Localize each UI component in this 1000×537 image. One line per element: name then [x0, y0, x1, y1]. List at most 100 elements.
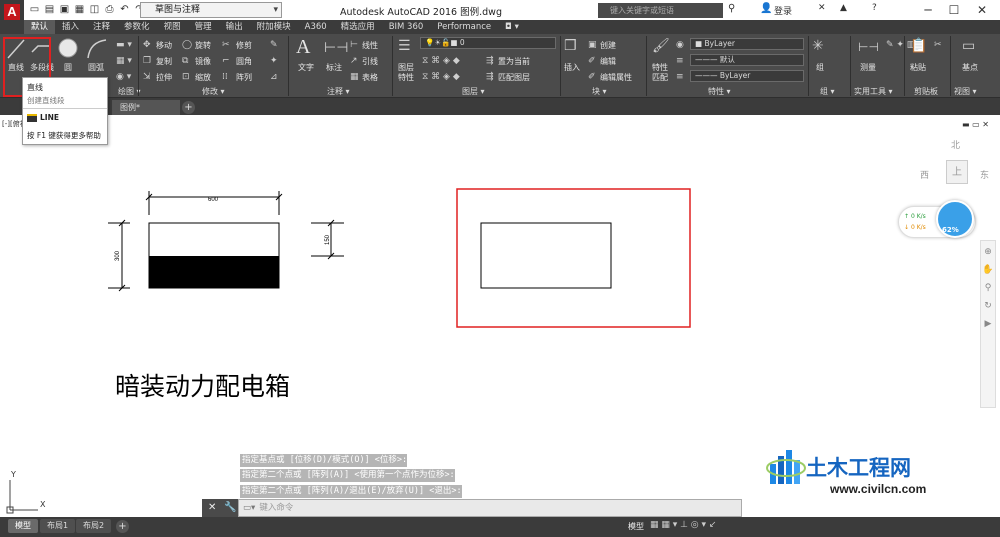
annotation-panel-label[interactable]: 注释 ▾ — [327, 86, 350, 97]
modify-panel-label[interactable]: 修改 ▾ — [202, 86, 225, 97]
edit-block-button[interactable]: 编辑 — [600, 56, 616, 67]
close-icon[interactable]: ✕ — [208, 502, 216, 513]
group-button[interactable]: 组 — [816, 62, 824, 73]
open-icon[interactable]: ▤ — [43, 3, 56, 16]
base-view-button[interactable]: 基点 — [962, 62, 978, 73]
measure-button[interactable]: 测量 — [860, 62, 876, 73]
model-space-button[interactable]: 模型 — [628, 521, 644, 532]
lineweight-dropdown[interactable]: ——— ByLayer — [690, 70, 804, 82]
array-button[interactable]: 阵列 — [236, 72, 252, 83]
viewcube-north[interactable]: 北 — [951, 138, 960, 151]
close-button[interactable]: ✕ — [972, 2, 992, 18]
tab-annotate[interactable]: 注释 — [86, 20, 117, 34]
tab-bim360[interactable]: BIM 360 — [382, 20, 431, 34]
view-panel-label[interactable]: 视图 ▾ — [954, 86, 977, 97]
hatch-icon[interactable]: ▦ ▾ — [116, 56, 132, 66]
wrench-icon[interactable]: 🔧 — [224, 502, 236, 513]
properties-panel-label[interactable]: 特性 ▾ — [708, 86, 731, 97]
new-icon[interactable]: ▭ — [28, 3, 41, 16]
layers-panel-label[interactable]: 图层 ▾ — [462, 86, 485, 97]
scale-button[interactable]: 缩放 — [195, 72, 211, 83]
tab-view[interactable]: 视图 — [157, 20, 188, 34]
text-button[interactable]: 文字 — [298, 62, 314, 73]
explode-icon[interactable]: ✦ — [270, 56, 278, 66]
cut-icon[interactable]: ✂ — [934, 40, 942, 50]
undo-icon[interactable]: ↶ — [118, 3, 131, 16]
layout-tab-layout2[interactable]: 布局2 — [76, 519, 112, 533]
workspace-dropdown[interactable]: 草图与注释 ▾ — [140, 2, 282, 18]
table-button[interactable]: 表格 — [362, 72, 378, 83]
pan-icon[interactable]: ✋ — [981, 265, 995, 275]
command-input[interactable]: ▭▾ 键入命令 — [238, 499, 742, 517]
leader-dropdown[interactable]: 引线 — [362, 56, 378, 67]
tab-addins[interactable]: 附加模块 — [250, 20, 298, 34]
make-current-button[interactable]: 置为当前 — [498, 56, 530, 67]
region-icon[interactable]: ◉ ▾ — [116, 72, 131, 82]
tab-performance[interactable]: Performance — [430, 20, 498, 34]
save-icon[interactable]: ▣ — [58, 3, 71, 16]
plot-icon[interactable]: ⎙ — [103, 3, 116, 16]
copied-rectangle[interactable] — [480, 222, 612, 289]
application-menu-button[interactable]: A — [0, 0, 24, 36]
layer-dropdown[interactable]: 💡☀🔓■ 0 — [420, 37, 556, 49]
layout-tab-layout1[interactable]: 布局1 — [40, 519, 76, 533]
navigation-bar[interactable]: ⊕ ✋ ⚲ ↻ ▶ — [980, 240, 996, 408]
block-panel-label[interactable]: 块 ▾ — [592, 86, 607, 97]
speed-ball-icon[interactable]: 62% — [936, 200, 974, 238]
layout-tab-model[interactable]: 模型 — [8, 519, 38, 533]
new-tab-button[interactable]: + — [182, 101, 195, 114]
stretch-button[interactable]: 拉伸 — [156, 72, 172, 83]
insert-button[interactable]: 插入 — [564, 62, 580, 73]
status-toggles[interactable]: ▦ ▦ ▾ ⊥ ◎ ▾ ↙ — [650, 520, 716, 530]
tab-output[interactable]: 输出 — [219, 20, 250, 34]
rotate-button[interactable]: 旋转 — [195, 40, 211, 51]
viewcube-east[interactable]: 东 — [980, 168, 989, 181]
tab-manage[interactable]: 管理 — [188, 20, 219, 34]
orbit-icon[interactable]: ↻ — [981, 301, 995, 311]
drawing-caption[interactable]: 暗装动力配电箱 — [115, 367, 290, 403]
dimension-button[interactable]: 标注 — [326, 62, 342, 73]
move-button[interactable]: 移动 — [156, 40, 172, 51]
circle-button[interactable]: 圆 — [64, 62, 72, 73]
match-layer-button[interactable]: 匹配图层 — [498, 72, 530, 83]
maximize-button[interactable]: ☐ — [944, 2, 964, 18]
create-block-button[interactable]: 创建 — [600, 40, 616, 51]
rectangle-icon[interactable]: ▬ ▾ — [116, 40, 132, 50]
viewcube-west[interactable]: 西 — [920, 168, 929, 181]
utilities-panel-label[interactable]: 实用工具 ▾ — [854, 86, 893, 97]
linetype-dropdown[interactable]: ——— 默认 — [690, 54, 804, 66]
edit-attributes-button[interactable]: 编辑属性 — [600, 72, 632, 83]
new-layout-button[interactable]: + — [116, 520, 129, 533]
tab-featured-apps[interactable]: 精选应用 — [334, 20, 382, 34]
tab-home[interactable]: 默认 — [24, 20, 56, 34]
binoculars-icon[interactable]: ⚲ — [728, 3, 735, 14]
linear-dropdown[interactable]: 线性 — [362, 40, 378, 51]
fillet-button[interactable]: 圆角 — [236, 56, 252, 67]
a360-icon[interactable]: ▲ — [840, 3, 847, 13]
mirror-button[interactable]: 镜像 — [195, 56, 211, 67]
copy-button[interactable]: 复制 — [156, 56, 172, 67]
command-prompt-icon[interactable]: ▭▾ — [239, 503, 259, 513]
ribbon-toggle-icon[interactable]: ◘ ▾ — [498, 20, 526, 34]
arc-button[interactable]: 圆弧 — [88, 62, 104, 73]
help-icon[interactable]: ? — [872, 3, 877, 13]
erase-icon[interactable]: ✎ — [270, 40, 278, 50]
zoom-extents-icon[interactable]: ⚲ — [981, 283, 995, 293]
offset-icon[interactable]: ⊿ — [270, 72, 278, 82]
paste-button[interactable]: 粘贴 — [910, 62, 926, 73]
web-icon[interactable]: ◫ — [88, 3, 101, 16]
layer-tools-icon[interactable]: ⧖ ⌘ ◈ ◆ — [422, 56, 460, 66]
showmotion-icon[interactable]: ▶ — [981, 319, 995, 329]
minimize-button[interactable]: ─ — [918, 2, 938, 18]
trim-button[interactable]: 修剪 — [236, 40, 252, 51]
layer-tools2-icon[interactable]: ⧖ ⌘ ◈ ◆ — [422, 72, 460, 82]
login-button[interactable]: 登录 — [774, 4, 792, 17]
save-as-icon[interactable]: ▦ — [73, 3, 86, 16]
exchange-icon[interactable]: ✕ — [818, 3, 826, 13]
full-navigation-wheel-icon[interactable]: ⊕ — [981, 247, 995, 257]
command-line-handle[interactable]: ✕ 🔧 — [202, 499, 238, 517]
tab-parametric[interactable]: 参数化 — [117, 20, 157, 34]
search-input[interactable]: 键入关键字或短语 — [598, 3, 723, 18]
file-tab[interactable]: 图例* — [112, 100, 180, 115]
clipboard-panel-label[interactable]: 剪贴板 — [914, 86, 938, 97]
